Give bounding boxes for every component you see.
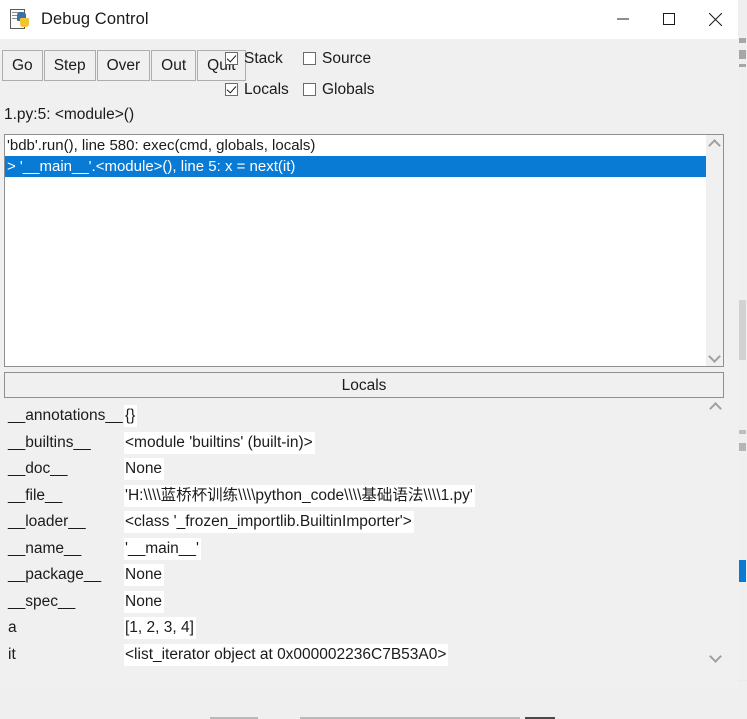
toolbar: Go Step Over Out Quit Stack Source Local… — [0, 39, 738, 98]
chevron-up-icon[interactable] — [707, 398, 724, 415]
out-button[interactable]: Out — [151, 50, 197, 81]
list-item[interactable]: it <list_iterator object at 0x000002236C… — [4, 642, 706, 667]
list-item[interactable]: __package__ None — [4, 562, 706, 589]
locals-header: Locals — [4, 372, 724, 398]
view-toggles: Stack Source Locals Globals — [225, 43, 375, 105]
minimize-icon[interactable] — [600, 0, 646, 38]
local-key: __spec__ — [8, 592, 76, 610]
checkbox-stack-label: Stack — [244, 49, 283, 67]
checkbox-globals[interactable]: Globals — [303, 74, 375, 105]
list-item[interactable]: __spec__ None — [4, 589, 706, 616]
list-item[interactable]: __builtins__ <module 'builtins' (built-i… — [4, 430, 706, 457]
stack-scrollbar-thumb[interactable] — [707, 152, 722, 349]
list-item[interactable]: a [1, 2, 3, 4] — [4, 615, 706, 642]
close-icon[interactable] — [692, 0, 738, 38]
checkbox-stack[interactable]: Stack — [225, 43, 303, 74]
checkbox-source-label: Source — [322, 49, 372, 67]
list-item[interactable]: __annotations__ {} — [4, 403, 706, 430]
chevron-down-icon[interactable] — [706, 349, 723, 366]
step-button[interactable]: Step — [43, 50, 96, 81]
local-value[interactable]: '__main__' — [124, 537, 201, 560]
local-value[interactable]: 'H:\\\\蓝桥杯训练\\\\python_code\\\\基础语法\\\\1… — [124, 484, 475, 507]
local-value[interactable]: <class '_frozen_importlib.BuiltinImporte… — [124, 511, 414, 534]
background-tick — [739, 38, 746, 43]
locals-viewer[interactable]: __annotations__ {} __builtins__ <module … — [4, 398, 724, 666]
checkbox-locals-label: Locals — [244, 80, 289, 98]
stack-row[interactable]: 'bdb'.run(), line 580: exec(cmd, globals… — [5, 135, 723, 156]
checkbox-source[interactable]: Source — [303, 43, 375, 74]
maximize-icon[interactable] — [646, 0, 692, 38]
title-bar[interactable]: Debug Control — [0, 0, 738, 39]
local-value[interactable]: [1, 2, 3, 4] — [124, 617, 196, 640]
list-item[interactable]: __doc__ None — [4, 456, 706, 483]
background-tick — [739, 50, 746, 59]
local-key: __doc__ — [8, 460, 68, 478]
background-tick — [739, 300, 746, 360]
checkbox-globals-box[interactable] — [303, 83, 316, 96]
locals-scrollbar-thumb[interactable] — [708, 415, 723, 649]
background-tick — [739, 443, 746, 451]
background-right-edge — [737, 0, 747, 719]
local-key: it — [8, 645, 16, 663]
list-item[interactable]: __loader__ <class '_frozen_importlib.Bui… — [4, 509, 706, 536]
checkbox-locals[interactable]: Locals — [225, 74, 303, 105]
stack-row[interactable]: > '__main__'.<module>(), line 5: x = nex… — [5, 156, 723, 177]
locals-list: __annotations__ {} __builtins__ <module … — [4, 403, 706, 666]
local-key: __loader__ — [8, 513, 86, 531]
local-value[interactable]: None — [124, 458, 165, 481]
local-value[interactable]: None — [124, 590, 165, 613]
local-value[interactable]: {} — [124, 405, 138, 428]
over-button[interactable]: Over — [96, 50, 151, 81]
locals-scrollbar[interactable] — [707, 398, 724, 666]
local-key: __file__ — [8, 486, 63, 504]
stack-scrollbar[interactable] — [706, 135, 723, 366]
local-key: __name__ — [8, 539, 82, 557]
list-item[interactable]: __name__ '__main__' — [4, 536, 706, 563]
checkbox-locals-box[interactable] — [225, 83, 238, 96]
window-controls — [600, 0, 738, 38]
local-key: __annotations__ — [8, 407, 123, 425]
background-tick — [739, 430, 746, 434]
local-value[interactable]: None — [124, 564, 165, 587]
debug-control-window: Debug Control Go Step Over Out Quit Stac — [0, 0, 738, 688]
local-key: __builtins__ — [8, 433, 91, 451]
debug-command-buttons: Go Step Over Out Quit — [2, 50, 247, 81]
chevron-down-icon[interactable] — [707, 649, 724, 666]
checkbox-source-box[interactable] — [303, 52, 316, 65]
chevron-up-icon[interactable] — [706, 135, 723, 152]
checkbox-stack-box[interactable] — [225, 52, 238, 65]
stack-viewer[interactable]: 'bdb'.run(), line 580: exec(cmd, globals… — [4, 134, 724, 367]
local-value[interactable]: <list_iterator object at 0x000002236C7B5… — [124, 643, 449, 666]
go-button[interactable]: Go — [2, 50, 43, 81]
python-debug-icon — [9, 8, 31, 30]
local-key: a — [8, 619, 17, 637]
window-title: Debug Control — [41, 9, 149, 28]
background-tick — [739, 560, 746, 582]
checkbox-globals-label: Globals — [322, 80, 375, 98]
local-value[interactable]: <module 'builtins' (built-in)> — [124, 431, 315, 454]
list-item[interactable]: __file__ 'H:\\\\蓝桥杯训练\\\\python_code\\\\… — [4, 483, 706, 510]
background-tick — [739, 64, 746, 67]
local-key: __package__ — [8, 566, 102, 584]
